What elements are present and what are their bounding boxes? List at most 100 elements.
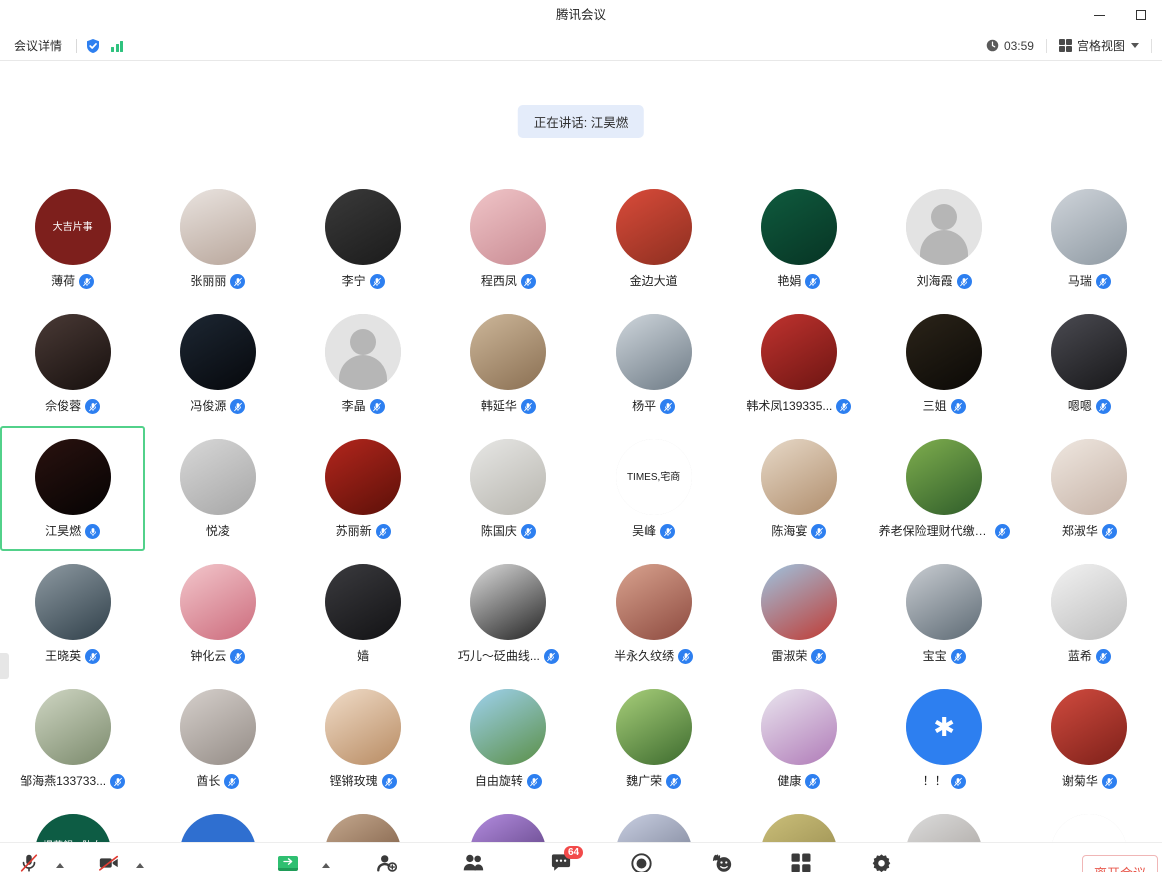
participant-name: 艳娟	[777, 274, 802, 288]
participant-tile[interactable]: 雷淑荣	[726, 551, 871, 676]
participant-tile[interactable]: 巧儿～砭曲线...	[436, 551, 581, 676]
members-button[interactable]: 成员(99+)	[440, 851, 508, 872]
participant-tile[interactable]: 艳娟	[726, 176, 871, 301]
participant-tile[interactable]: 邹海燕133733...	[0, 676, 145, 801]
video-toggle-button[interactable]: 开启视频	[82, 851, 136, 872]
share-screen-button[interactable]: 共享屏幕	[254, 851, 322, 872]
participant-tile[interactable]: 程西凤	[436, 176, 581, 301]
participant-name-row: 钟化云	[190, 649, 246, 664]
avatar	[34, 439, 111, 515]
header-separator	[1045, 38, 1047, 53]
mic-muted-icon	[956, 274, 972, 289]
participant-tile[interactable]: 三姐	[872, 301, 1017, 426]
participant-tile[interactable]: 韩延华	[436, 301, 581, 426]
participant-tile[interactable]: 冯俊源	[145, 301, 290, 426]
participant-tile[interactable]: 宝宝	[872, 551, 1017, 676]
maximize-icon	[1136, 10, 1146, 20]
participant-name: 健康	[777, 774, 802, 788]
participant-tile[interactable]: 佘俊蓉	[0, 301, 145, 426]
mic-muted-icon	[1101, 774, 1117, 789]
participant-name-row: 程西凤	[481, 274, 536, 289]
participant-tile[interactable]: 蓝希	[1017, 551, 1162, 676]
reaction-button[interactable]: 回应	[694, 851, 748, 872]
participant-tile[interactable]	[291, 801, 436, 842]
participant-name-row: 冯俊源	[190, 399, 246, 414]
chat-button[interactable]: 64 聊天	[534, 846, 588, 872]
avatar-text: ★	[1051, 814, 1127, 842]
participant-tile[interactable]: 李宁	[291, 176, 436, 301]
maximize-button[interactable]	[1120, 0, 1162, 31]
avatar-photo	[615, 314, 692, 390]
participant-tile[interactable]: 苏丽新	[291, 426, 436, 551]
mic-muted-icon	[369, 399, 385, 414]
participant-tile[interactable]: 王晓英	[0, 551, 145, 676]
person-placeholder-icon	[325, 314, 402, 390]
participant-tile[interactable]	[581, 801, 726, 842]
mic-muted-icon	[994, 524, 1010, 539]
mic-muted-icon	[1101, 524, 1117, 539]
avatar-photo	[906, 439, 983, 515]
clock-icon	[986, 39, 999, 52]
participant-tile[interactable]: 自由旋转	[436, 676, 581, 801]
participant-tile[interactable]: 爆夢銀团队白玉	[0, 801, 145, 842]
avatar-photo	[179, 439, 256, 515]
avatar	[906, 314, 983, 390]
participant-tile[interactable]: 健康	[726, 676, 871, 801]
participant-tile[interactable]: TIMES, 宅商 吴峰	[581, 426, 726, 551]
signal-strength-icon[interactable]	[111, 39, 124, 52]
mic-group: 解除静音	[2, 851, 68, 872]
window-controls	[1078, 0, 1162, 31]
participant-tile[interactable]	[726, 801, 871, 842]
meeting-details-button[interactable]: 会议详情	[8, 37, 68, 54]
participant-name: 养老保险理财代缴3...	[878, 524, 991, 538]
avatar-photo	[470, 439, 547, 515]
participant-tile[interactable]: 养老保险理财代缴3...	[872, 426, 1017, 551]
participant-tile[interactable]: 陈海宴	[726, 426, 871, 551]
participant-name: 吴峰	[632, 524, 657, 538]
invite-button[interactable]: 邀请	[360, 851, 414, 872]
participant-tile[interactable]: 李晶	[291, 301, 436, 426]
participant-tile[interactable]: 悦凌	[145, 426, 290, 551]
settings-button[interactable]: 设置	[854, 851, 908, 872]
participant-tile[interactable]: 钟化云	[145, 551, 290, 676]
participant-tile[interactable]	[436, 801, 581, 842]
participant-tile[interactable]: 杨平	[581, 301, 726, 426]
participant-name-row: 张丽丽	[190, 274, 246, 289]
avatar-photo	[1051, 689, 1128, 765]
participant-tile[interactable]: 铿锵玫瑰	[291, 676, 436, 801]
avatar	[470, 564, 547, 640]
participant-tile[interactable]: 嗯嗯	[1017, 301, 1162, 426]
participant-tile[interactable]: 陈国庆	[436, 426, 581, 551]
avatar-photo	[179, 689, 256, 765]
minimize-button[interactable]	[1078, 0, 1120, 31]
record-button[interactable]: 录制	[614, 851, 668, 872]
leave-meeting-button[interactable]: 离开会议	[1081, 855, 1158, 872]
participant-tile[interactable]: 江昊燃	[0, 426, 146, 551]
participant-tile[interactable]: 张丽丽	[145, 176, 290, 301]
avatar-photo	[325, 814, 402, 842]
shield-check-icon[interactable]	[85, 38, 101, 54]
participant-tile[interactable]: 半永久纹绣	[581, 551, 726, 676]
participant-tile[interactable]: 韩术凤139335...	[726, 301, 871, 426]
participant-tile[interactable]: ✱ ！！	[872, 676, 1017, 801]
participant-tile[interactable]: 刘海霞	[872, 176, 1017, 301]
mic-toggle-button[interactable]: 解除静音	[2, 851, 56, 872]
participant-tile[interactable]: 郑淑华	[1017, 426, 1162, 551]
participant-name: 张丽丽	[190, 274, 227, 288]
participant-tile[interactable]: 大吉 片事 薄荷	[0, 176, 145, 301]
participant-tile[interactable]: 金边大道	[581, 176, 726, 301]
avatar	[906, 564, 983, 640]
participant-tile[interactable]: 嫱	[291, 551, 436, 676]
view-mode-switch[interactable]: 宫格视图	[1058, 37, 1139, 54]
participant-name: 程西凤	[480, 274, 517, 288]
apps-button[interactable]: 应用	[774, 851, 828, 872]
participant-tile[interactable]: 谢菊华	[1017, 676, 1162, 801]
participant-tile[interactable]: 魏广荣	[581, 676, 726, 801]
participant-tile[interactable]	[872, 801, 1017, 842]
participant-tile[interactable]: 酋长	[145, 676, 290, 801]
avatar	[760, 564, 837, 640]
participant-tile[interactable]: 马瑞	[1017, 176, 1162, 301]
participant-tile[interactable]: ★	[1017, 801, 1162, 842]
participant-tile[interactable]: 玲妞	[145, 801, 290, 842]
mic-muted-icon	[666, 774, 682, 789]
